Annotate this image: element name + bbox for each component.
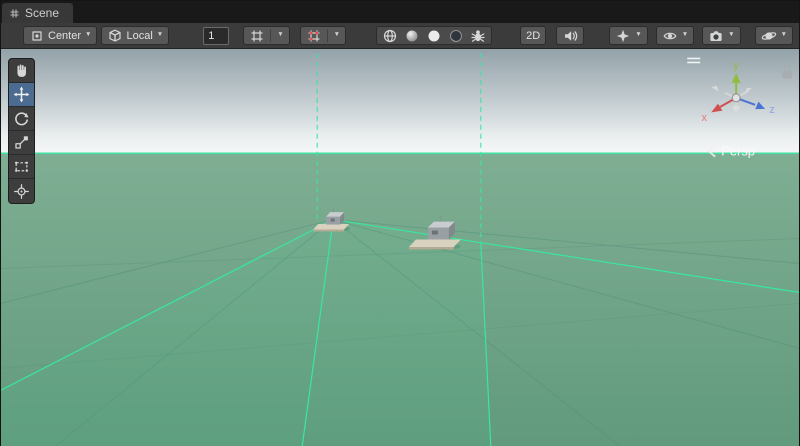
bug-icon xyxy=(470,28,486,44)
box-window xyxy=(331,219,335,222)
gizmo-z-label: z xyxy=(769,104,774,116)
orientation-dropdown[interactable]: Local ▼ xyxy=(101,26,169,45)
increment-snap-icon xyxy=(306,28,322,44)
skybox-button[interactable] xyxy=(423,27,445,44)
view-options-group xyxy=(376,26,492,45)
platform-base xyxy=(313,224,349,229)
chevron-down-icon: ▼ xyxy=(682,32,688,39)
hand-icon xyxy=(13,62,30,79)
gizmo-x-label: x xyxy=(701,112,707,124)
box-window xyxy=(432,231,438,235)
camera-dropdown[interactable]: ▼ xyxy=(702,26,740,45)
visibility-dropdown[interactable]: ▼ xyxy=(656,26,694,45)
grid-size-field[interactable] xyxy=(203,27,229,45)
grid-snap-dropdown[interactable]: ▼ xyxy=(243,26,289,45)
chevron-down-icon: ▼ xyxy=(85,32,91,39)
scene-canvas[interactable]: y x z Persp xyxy=(1,49,799,446)
platform-base-edge xyxy=(409,247,454,249)
shadows-button[interactable] xyxy=(445,27,467,44)
orientation-label: Local xyxy=(126,30,152,42)
rotate-icon xyxy=(13,110,30,127)
tab-bar: Scene xyxy=(1,1,799,23)
orbit-sphere-icon xyxy=(761,28,777,44)
projection-label: Persp xyxy=(721,144,755,159)
gizmo-center-handle[interactable] xyxy=(732,94,740,102)
speaker-icon xyxy=(562,28,578,44)
sky xyxy=(1,49,799,153)
mode-2d-button[interactable]: 2D xyxy=(520,26,546,45)
rect-tool-icon xyxy=(13,158,30,175)
view-tool-button[interactable] xyxy=(9,59,34,83)
tool-palette xyxy=(8,58,35,204)
eye-icon xyxy=(662,28,678,44)
grid-snap-icon xyxy=(249,28,265,44)
pivot-dropdown[interactable]: Center ▼ xyxy=(23,26,97,45)
sparkle-icon xyxy=(615,28,631,44)
increment-snap-dropdown[interactable]: ▼ xyxy=(300,26,346,45)
chevron-down-icon: ▼ xyxy=(728,32,734,39)
debug-button[interactable] xyxy=(467,27,489,44)
scene-toolbar: Center ▼ Local ▼ ▼ ▼ xyxy=(1,23,799,49)
scale-tool-button[interactable] xyxy=(9,131,34,155)
rotate-tool-button[interactable] xyxy=(9,107,34,131)
divider xyxy=(270,29,271,42)
unity-scene-window: Scene Center ▼ Local ▼ ▼ xyxy=(0,0,800,446)
gizmo-y-label: y xyxy=(733,60,739,72)
cube-icon xyxy=(107,28,123,44)
wireframe-globe-icon xyxy=(382,28,398,44)
draw-mode-button[interactable] xyxy=(379,27,401,44)
tab-label: Scene xyxy=(25,6,59,20)
scale-icon xyxy=(13,134,30,151)
scene-gizmo-dropdown[interactable]: ▼ xyxy=(755,26,793,45)
move-icon xyxy=(13,86,30,103)
chevron-down-icon: ▼ xyxy=(781,32,787,39)
lighting-button[interactable] xyxy=(401,27,423,44)
chevron-down-icon: ▼ xyxy=(635,32,641,39)
chevron-down-icon: ▼ xyxy=(334,32,340,39)
effects-dropdown[interactable]: ▼ xyxy=(609,26,647,45)
pivot-label: Center xyxy=(48,30,81,42)
camera-icon xyxy=(708,28,724,44)
rect-tool-button[interactable] xyxy=(9,155,34,179)
tab-scene[interactable]: Scene xyxy=(2,3,73,23)
platform-base-edge xyxy=(313,230,344,232)
white-circle-icon xyxy=(426,28,442,44)
divider xyxy=(327,29,328,42)
pivot-center-icon xyxy=(29,28,45,44)
chevron-down-icon: ▼ xyxy=(157,32,163,39)
platform-base xyxy=(409,240,461,247)
chevron-down-icon: ▼ xyxy=(277,32,283,39)
box-front xyxy=(428,228,449,240)
scene-viewport[interactable]: y x z Persp xyxy=(1,49,799,446)
moon-icon xyxy=(448,28,464,44)
transform-icon xyxy=(13,183,30,200)
transform-tool-button[interactable] xyxy=(9,179,34,203)
move-tool-button[interactable] xyxy=(9,83,34,107)
grid-icon xyxy=(9,8,20,19)
audio-button[interactable] xyxy=(556,26,584,45)
shaded-sphere-icon xyxy=(404,28,420,44)
